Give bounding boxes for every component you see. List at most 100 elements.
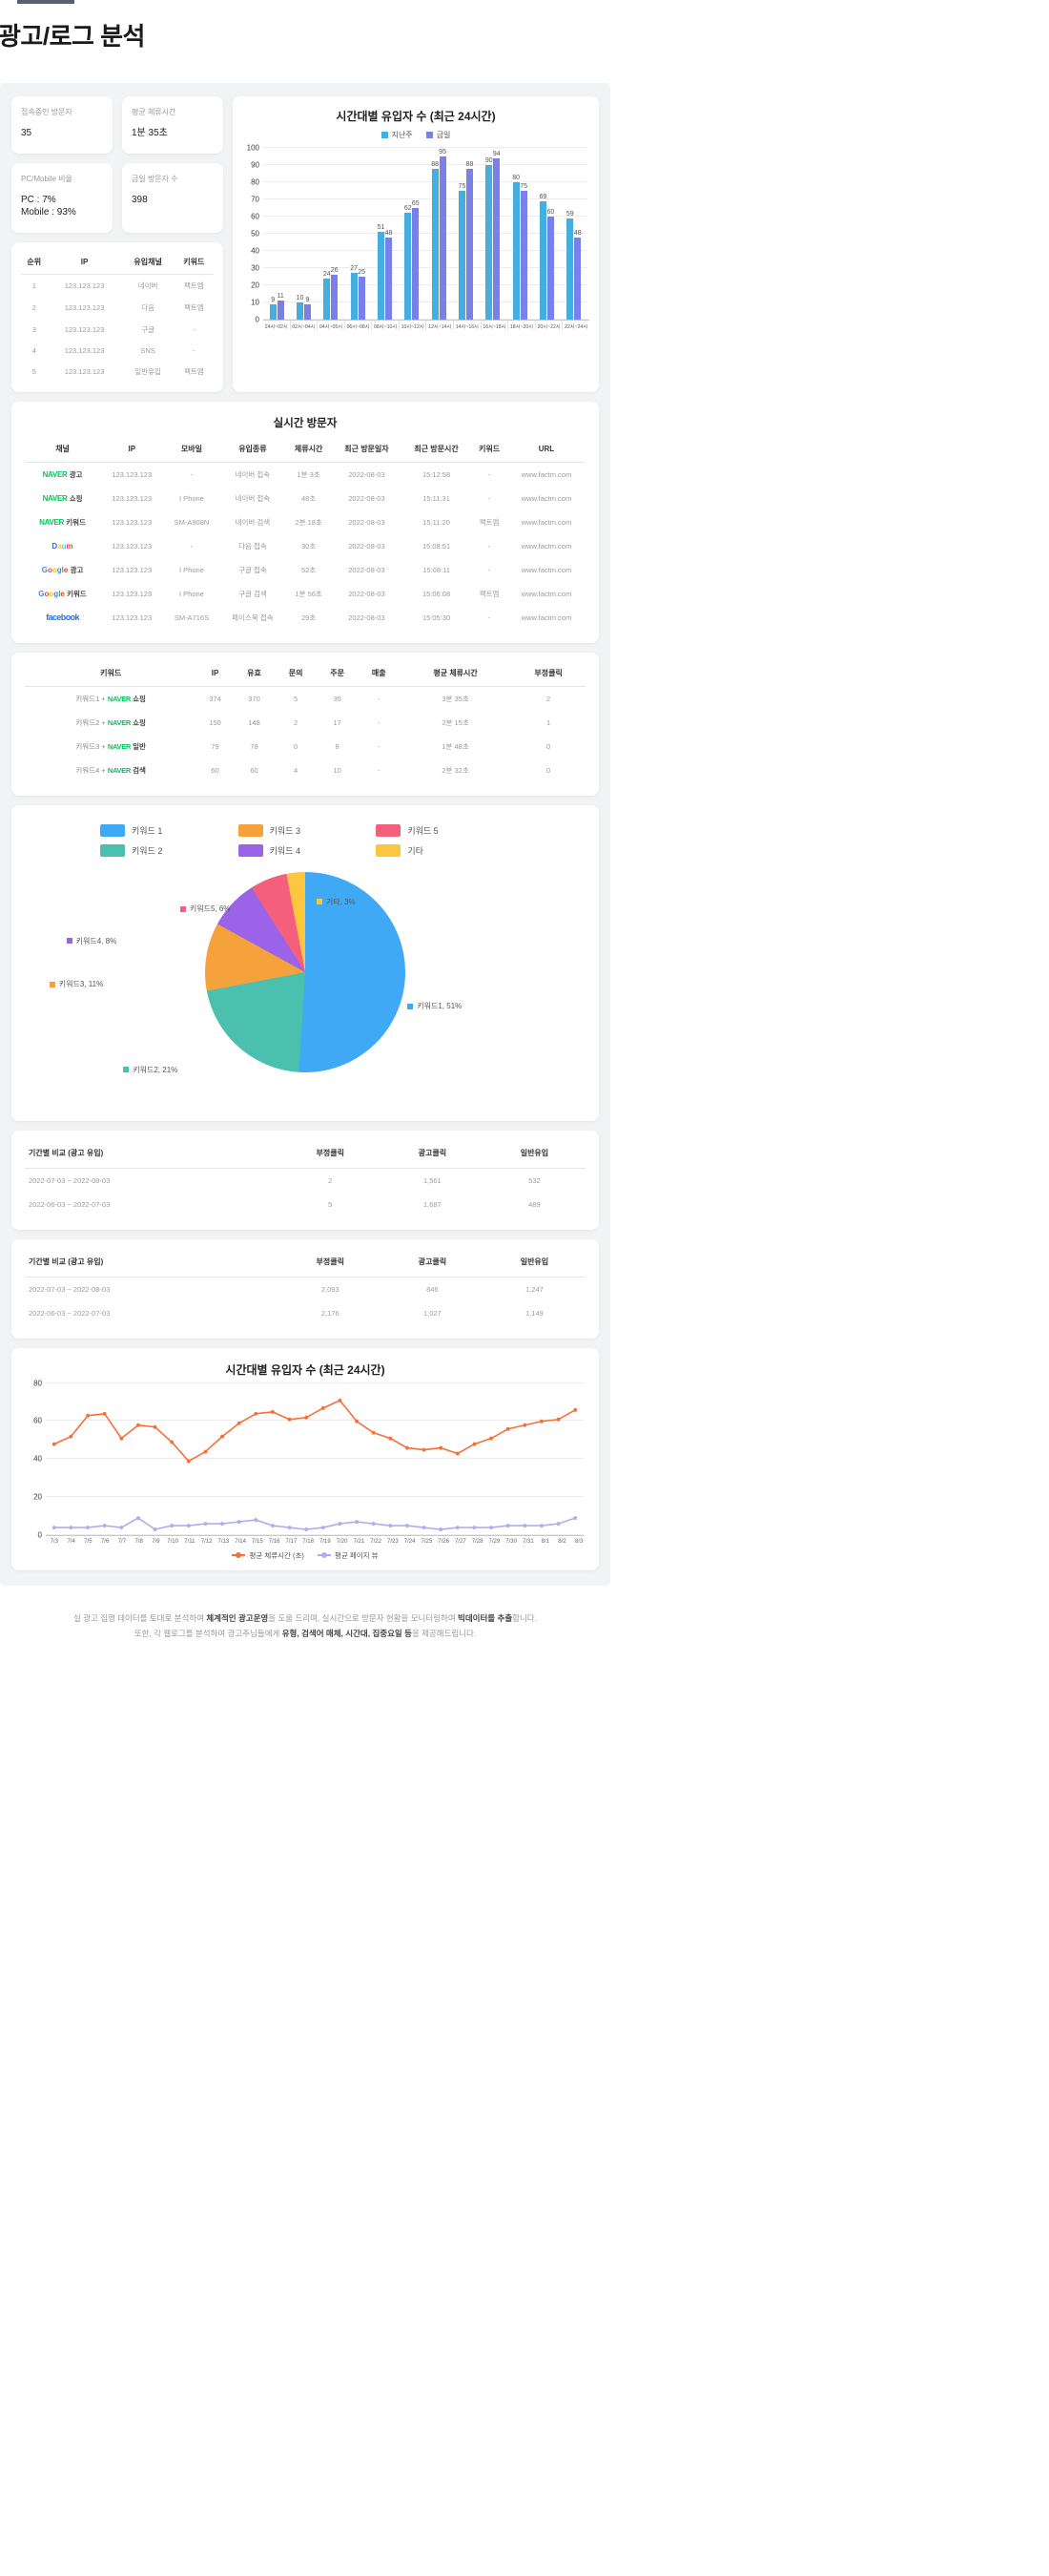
- table-cell: 네이버 접속: [235, 469, 271, 479]
- table-cell: 0: [545, 765, 551, 775]
- table-cell-channel: NAVER 키워드: [25, 510, 100, 534]
- annotation-marker: [316, 899, 322, 905]
- bar-value-label: 88: [465, 160, 474, 168]
- table-cell: -: [487, 469, 491, 479]
- x-tick-label: 7/26: [438, 1538, 449, 1545]
- x-tick-label: 7/31: [523, 1538, 534, 1545]
- table-cell: 2: [293, 717, 298, 727]
- table-cell: 2022-08-03: [348, 493, 385, 503]
- legend-label: 키워드 2: [132, 845, 163, 856]
- realtime-visitors-card: 실시간 방문자 채널 IP 모바일 유입종류 체류시간 최근 방문일자 최근 방문시간 키워드…: [11, 401, 599, 643]
- bar: 9: [303, 297, 311, 320]
- table-cell: 15:06:08: [422, 589, 451, 598]
- y-tick-label: 0: [255, 315, 259, 324]
- table-cell: -: [377, 694, 381, 703]
- table-cell-channel: Google 키워드: [25, 582, 100, 606]
- table-cell: 15:12:58: [422, 469, 451, 479]
- data-point: [51, 1442, 56, 1446]
- pie-annotation: 키워드1, 51%: [407, 1001, 462, 1011]
- table-cell: -: [377, 741, 381, 751]
- legend-label: 기타: [407, 845, 423, 856]
- table-cell: 1,027: [422, 1308, 442, 1318]
- stat-value: PC : 7% Mobile : 93%: [21, 194, 76, 218]
- column-header: IP: [80, 257, 89, 266]
- y-tick-label: 60: [33, 1416, 42, 1425]
- stat-label: 금일 방문자 수: [132, 174, 178, 183]
- annotation-marker: [49, 981, 55, 987]
- column-header: 채널: [55, 444, 70, 453]
- table-cell: 532: [528, 1175, 541, 1185]
- bar-group: 24 26: [318, 148, 344, 320]
- x-tick-label: 7/7: [117, 1538, 127, 1545]
- data-point: [439, 1527, 443, 1531]
- table-cell: I Phone: [179, 493, 204, 503]
- table-cell: -: [377, 765, 381, 775]
- table-cell: 5: [293, 694, 298, 703]
- bar-value-label: 75: [458, 183, 466, 190]
- y-tick-label: 60: [251, 212, 259, 221]
- legend-label: 평균 페이지 뷰: [334, 1550, 379, 1560]
- table-cell: SM-A908N: [174, 517, 210, 527]
- bar-value-label: 11: [277, 293, 284, 301]
- bar-group: 62 65: [399, 148, 425, 320]
- table-row: 1 123.123.123 네이버 팩트엠: [21, 274, 214, 297]
- x-tick-label: 24시~02시: [264, 324, 288, 330]
- bar-value-label: 27: [350, 265, 359, 273]
- table-cell: 네이버 접속: [235, 493, 271, 503]
- data-point: [472, 1525, 477, 1529]
- table-cell: www.factm.com: [521, 493, 572, 503]
- table-cell: 123.123.123: [64, 302, 105, 312]
- table-cell: 148: [248, 717, 260, 727]
- y-tick-label: 80: [251, 177, 259, 187]
- table-cell: 구글: [141, 324, 154, 334]
- x-tick-label: 06시~08시: [343, 321, 372, 330]
- legend-swatch: [425, 132, 433, 138]
- table-cell: 489: [528, 1199, 541, 1209]
- data-point: [136, 1423, 140, 1427]
- x-tick-label: 8/3: [574, 1538, 584, 1545]
- table-cell: www.factm.com: [521, 613, 572, 622]
- column-header: 유효: [247, 668, 261, 677]
- annotation-label: 키워드3, 11%: [58, 980, 104, 989]
- column-header: 일반유입: [520, 1148, 549, 1157]
- table-cell: 3: [31, 324, 36, 334]
- bar-value-label: 94: [492, 150, 501, 157]
- period-compare-table-2: 기간별 비교 (광고 유입) 부정클릭 광고클릭 일반유입 2022-07-03 ~ …: [25, 1253, 586, 1325]
- table-cell: 15:11:20: [422, 517, 450, 527]
- table-cell: 1,561: [422, 1175, 442, 1185]
- bar-value-label: 65: [411, 200, 420, 207]
- x-tick-label: 12시~14시: [425, 321, 453, 330]
- footer-text-bold: 유형, 검색어 매체, 시간대, 집중요일 등: [281, 1628, 412, 1638]
- table-cell-keyword: 키워드1 + NAVER 쇼핑: [25, 686, 196, 711]
- table-cell: 123.123.123: [112, 469, 153, 479]
- table-cell: -: [193, 345, 195, 355]
- bar-value-label: 48: [384, 229, 393, 237]
- y-tick-label: 30: [251, 263, 259, 273]
- column-header: 문의: [288, 668, 303, 677]
- data-point: [388, 1523, 393, 1527]
- table-cell: -: [377, 717, 381, 727]
- table-cell: 123.123.123: [64, 345, 105, 355]
- data-point: [540, 1419, 544, 1423]
- table-row: 키워드1 + NAVER 쇼핑 374 370 5 35 - 3분 35초 2: [25, 686, 586, 711]
- table-cell: 123.123.123: [112, 541, 153, 551]
- footer: 실 광고 집행 데이터를 토대로 분석하여 체계적인 광고운영을 도움 드리며,…: [0, 1586, 610, 1664]
- data-point: [320, 1405, 325, 1410]
- table-cell: 2: [31, 302, 36, 312]
- rank-table: 순위 IP 유입채널 키워드 1 123.123.123 네이버 팩트엠 2 123.123.1…: [21, 254, 214, 383]
- data-point: [371, 1521, 376, 1526]
- x-tick-label: 7/4: [67, 1538, 75, 1545]
- table-cell: 2: [328, 1175, 333, 1185]
- data-point: [338, 1398, 342, 1402]
- table-cell: -: [190, 541, 194, 551]
- table-cell: 15:08:51: [422, 541, 451, 551]
- line-path: [54, 1400, 575, 1461]
- y-tick-label: 80: [33, 1379, 42, 1387]
- x-tick-label: 10시~12시: [398, 321, 426, 330]
- keyword-label: 키워드1 + NAVER 쇼핑: [75, 694, 146, 703]
- x-tick-label: 7/20: [336, 1538, 348, 1545]
- annotation-label: 키워드4, 8%: [75, 936, 117, 945]
- stat-value: 1분 35초: [132, 128, 168, 138]
- table-header-row: 순위 IP 유입채널 키워드: [21, 254, 214, 274]
- table-row: NAVER 광고 123.123.123 - 네이버 접속 1분 3초 2022-08-0…: [25, 462, 586, 487]
